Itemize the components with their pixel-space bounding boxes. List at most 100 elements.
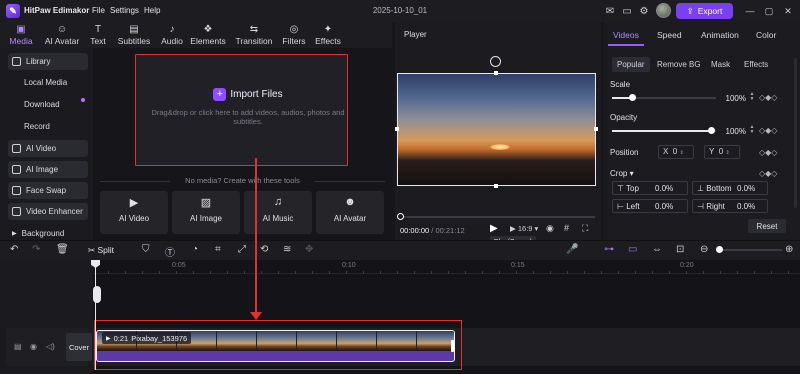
reset-button[interactable]: Reset bbox=[748, 219, 786, 233]
crop-label[interactable]: Crop ▾ bbox=[610, 169, 634, 178]
playhead[interactable] bbox=[95, 260, 96, 370]
audio-wave-icon[interactable]: ≋ bbox=[283, 244, 291, 255]
video-preview[interactable] bbox=[397, 73, 596, 186]
scale-slider[interactable] bbox=[612, 97, 716, 99]
tab-ai-avatar[interactable]: ☺ AI Avatar bbox=[40, 22, 84, 48]
tab-animation[interactable]: Animation bbox=[701, 30, 739, 40]
tab-effects[interactable]: ✦ Effects bbox=[306, 22, 350, 48]
subtab-mask[interactable]: Mask bbox=[706, 57, 735, 72]
fit-icon[interactable]: ⊡ bbox=[676, 244, 684, 255]
ripple-icon[interactable]: ⇔ bbox=[652, 244, 662, 255]
tool-ai-video[interactable]: ▶ AI Video bbox=[100, 191, 168, 234]
menu-help[interactable]: Help bbox=[144, 6, 160, 15]
menu-file[interactable]: File bbox=[92, 6, 105, 15]
play-icon[interactable]: ▶ bbox=[490, 223, 498, 234]
properties-scrollbar[interactable] bbox=[794, 58, 797, 208]
resize-handle-bottom[interactable] bbox=[494, 184, 498, 188]
tool-ai-avatar[interactable]: ☻ AI Avatar bbox=[316, 191, 384, 234]
opacity-stepper[interactable]: ▲ ▼ bbox=[748, 125, 756, 135]
tab-videos[interactable]: Videos bbox=[613, 30, 639, 40]
ruler-minor-tick bbox=[261, 271, 262, 274]
microphone-icon[interactable]: 🎤 bbox=[566, 244, 578, 255]
minimize-icon[interactable]: — bbox=[743, 4, 757, 18]
settings-icon[interactable]: ⚙ bbox=[637, 4, 651, 18]
sidebar-item-face-swap[interactable]: Face Swap bbox=[8, 182, 88, 199]
track-mute-icon[interactable]: ◁) bbox=[46, 342, 55, 351]
snap-icon[interactable]: ▭ bbox=[628, 244, 637, 255]
subtab-popular[interactable]: Popular bbox=[612, 57, 650, 72]
opacity-knob[interactable] bbox=[708, 127, 715, 134]
close-icon[interactable]: ✕ bbox=[781, 4, 795, 18]
rotate-handle-icon[interactable] bbox=[490, 56, 501, 67]
opacity-keyframe-icon[interactable]: ◇◆◇ bbox=[759, 126, 777, 135]
position-x-field[interactable]: X 0 ⇕ bbox=[658, 145, 694, 159]
zoom-out-icon[interactable]: ⊖ bbox=[700, 244, 708, 255]
resize-tool-icon[interactable]: ⤢ bbox=[238, 244, 246, 255]
sidebar-item-ai-image[interactable]: AI Image bbox=[8, 161, 88, 178]
cover-button[interactable]: Cover bbox=[66, 333, 92, 361]
elements-icon: ❖ bbox=[203, 24, 213, 35]
ruler-minor-tick bbox=[414, 271, 415, 274]
resize-handle-top[interactable] bbox=[494, 71, 498, 75]
resize-handle-left[interactable] bbox=[395, 127, 399, 131]
tool-ai-image[interactable]: ▨ AI Image bbox=[172, 191, 240, 234]
seek-knob[interactable] bbox=[397, 213, 404, 220]
ruler-minor-tick bbox=[550, 271, 551, 274]
reverse-icon[interactable]: ⟲ bbox=[260, 244, 268, 255]
scale-stepper[interactable]: ▲ ▼ bbox=[748, 92, 756, 102]
effects-icon: ✦ bbox=[323, 24, 333, 35]
link-icon[interactable]: ⊶ bbox=[604, 244, 614, 255]
marker-icon[interactable]: ⛉ bbox=[142, 244, 150, 255]
sidebar-item-record[interactable]: Record bbox=[8, 118, 88, 135]
tab-transition[interactable]: ⇆ Transition bbox=[232, 22, 276, 48]
sidebar-item-download[interactable]: Download bbox=[8, 96, 88, 113]
tab-color[interactable]: Color bbox=[756, 30, 776, 40]
position-y-field[interactable]: Y 0 ⇕ bbox=[704, 145, 740, 159]
scale-value[interactable]: 100% bbox=[718, 94, 746, 103]
zoom-in-icon[interactable]: ⊕ bbox=[785, 244, 793, 255]
snapshot-icon[interactable]: ◉ bbox=[546, 223, 554, 234]
tab-elements[interactable]: ❖ Elements bbox=[186, 22, 230, 48]
scale-keyframe-icon[interactable]: ◇◆◇ bbox=[759, 93, 777, 102]
crop-tool-icon[interactable]: ⌗ bbox=[215, 244, 221, 255]
tab-text[interactable]: T Text bbox=[82, 22, 114, 48]
opacity-slider[interactable] bbox=[612, 130, 716, 132]
menu-settings[interactable]: Settings bbox=[110, 6, 139, 15]
import-files-button[interactable]: + Import Files bbox=[208, 86, 288, 102]
crop-keyframe-icon[interactable]: ◇◆◇ bbox=[759, 169, 777, 178]
resize-handle-right[interactable] bbox=[594, 127, 598, 131]
import-hint: Drag&drop or click here to add videos, a… bbox=[151, 108, 345, 126]
freeze-icon[interactable]: ✥ bbox=[305, 244, 313, 255]
export-button[interactable]: ⇪ Export bbox=[676, 3, 733, 19]
zoom-knob[interactable] bbox=[716, 246, 723, 253]
aspect-ratio-select[interactable]: ▶ 16:9 ▾ bbox=[510, 224, 538, 233]
sidebar-item-video-enhancer[interactable]: Video Enhancer bbox=[8, 203, 88, 220]
sidebar-item-library[interactable]: Library bbox=[8, 53, 88, 70]
avatar[interactable] bbox=[656, 3, 671, 18]
grid-icon[interactable]: # bbox=[564, 223, 569, 233]
playhead-knob[interactable] bbox=[93, 286, 101, 303]
fullscreen-icon[interactable]: ⛶ bbox=[582, 223, 588, 234]
feedback-icon[interactable]: ✉ bbox=[603, 4, 617, 18]
speed-icon[interactable]: ◔ bbox=[192, 244, 198, 255]
track-lock-icon[interactable]: ▤ bbox=[14, 342, 22, 351]
zoom-slider[interactable] bbox=[716, 249, 782, 251]
maximize-icon[interactable]: ▢ bbox=[762, 4, 776, 18]
position-keyframe-icon[interactable]: ◇◆◇ bbox=[759, 148, 777, 157]
display-icon[interactable]: ▭ bbox=[620, 4, 634, 18]
opacity-value[interactable]: 100% bbox=[718, 127, 746, 136]
split-button[interactable]: ✂ Split bbox=[88, 245, 114, 256]
subtab-remove-bg[interactable]: Remove BG bbox=[652, 57, 706, 72]
undo-icon[interactable]: ↶ bbox=[10, 244, 18, 255]
subtab-effects[interactable]: Effects bbox=[739, 57, 773, 72]
tab-media[interactable]: ▣ Media bbox=[4, 22, 38, 48]
sidebar-item-ai-video[interactable]: AI Video bbox=[8, 140, 88, 157]
tab-speed[interactable]: Speed bbox=[657, 30, 682, 40]
text-tool-icon[interactable]: Ⓣ bbox=[165, 244, 175, 259]
sidebar-item-local-media[interactable]: Local Media bbox=[8, 74, 88, 91]
scale-knob[interactable] bbox=[629, 94, 636, 101]
redo-icon[interactable]: ↷ bbox=[32, 244, 40, 255]
delete-icon[interactable]: 🗑 bbox=[56, 244, 69, 255]
player-seek-bar[interactable] bbox=[399, 216, 595, 218]
track-visibility-icon[interactable]: ◉ bbox=[30, 342, 37, 351]
